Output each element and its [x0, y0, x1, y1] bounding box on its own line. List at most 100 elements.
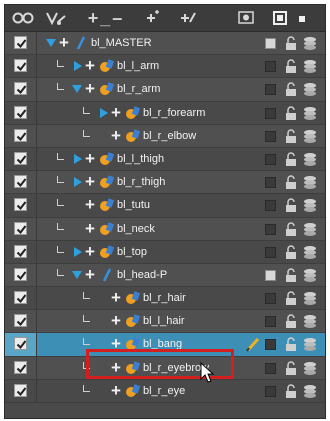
add-child-icon[interactable]: + — [111, 358, 121, 377]
layer-row[interactable]: + bl_MASTER — [5, 32, 325, 56]
layers-icon[interactable] — [303, 268, 317, 282]
expand-arrow-icon[interactable] — [73, 60, 83, 72]
lock-icon[interactable] — [285, 314, 297, 329]
layer-enable-checkbox[interactable] — [14, 244, 27, 258]
add-child-icon[interactable]: + — [85, 196, 95, 214]
layer-name[interactable]: bl_l_arm — [117, 58, 159, 74]
animate-mode-icon[interactable] — [45, 8, 67, 28]
layers-icon[interactable] — [303, 222, 317, 236]
add-child-icon[interactable]: + — [111, 289, 121, 307]
layer-color-swatch[interactable] — [265, 130, 276, 142]
layer-name[interactable]: bl_top — [117, 244, 147, 260]
expand-arrow-icon[interactable] — [73, 176, 83, 188]
layer-row[interactable]: + bl_r_arm — [5, 78, 325, 102]
layer-row[interactable]: + bl_r_hair — [5, 287, 325, 311]
layer-color-swatch[interactable] — [265, 84, 276, 96]
layer-row[interactable]: + bl_r_thigh — [5, 171, 325, 195]
layers-icon[interactable] — [303, 245, 317, 259]
layer-enable-checkbox[interactable] — [14, 291, 27, 305]
layer-enable-checkbox[interactable] — [14, 36, 27, 49]
lock-icon[interactable] — [285, 36, 297, 50]
layer-color-swatch[interactable] — [265, 200, 276, 212]
expand-arrow-icon[interactable] — [99, 107, 109, 119]
lock-all-icon[interactable] — [297, 8, 307, 28]
layer-row[interactable]: + bl_top — [5, 240, 325, 264]
layer-color-swatch[interactable] — [265, 246, 276, 258]
layers-icon[interactable] — [303, 175, 317, 190]
add-child-icon[interactable]: + — [111, 335, 121, 353]
layer-color-swatch[interactable] — [265, 385, 276, 397]
show-hide-all-icon[interactable] — [11, 8, 35, 28]
layers-icon[interactable] — [303, 82, 317, 97]
layer-row[interactable]: + bl_l_thigh — [5, 147, 325, 172]
layer-color-swatch[interactable] — [265, 362, 276, 374]
lock-icon[interactable] — [285, 175, 297, 190]
lock-icon[interactable] — [285, 221, 297, 236]
collapse-arrow-icon[interactable] — [71, 84, 83, 94]
lock-icon[interactable] — [285, 245, 297, 259]
layer-color-swatch[interactable] — [265, 316, 276, 328]
expand-arrow-icon[interactable] — [73, 246, 83, 258]
expand-arrow-icon[interactable] — [73, 153, 83, 165]
layer-name[interactable]: bl_MASTER — [91, 35, 152, 51]
layer-name[interactable]: bl_r_eye — [143, 383, 185, 399]
layer-color-swatch[interactable] — [265, 177, 276, 189]
lock-icon[interactable] — [285, 337, 297, 352]
lock-icon[interactable] — [285, 129, 297, 143]
layer-row[interactable]: + bl_l_hair — [5, 310, 325, 334]
layer-enable-checkbox[interactable] — [14, 105, 27, 119]
layer-name[interactable]: bl_head-P — [117, 267, 167, 283]
layer-enable-checkbox[interactable] — [14, 198, 27, 212]
layer-enable-checkbox[interactable] — [14, 221, 27, 235]
layer-color-swatch[interactable] — [265, 269, 276, 281]
add-child-icon[interactable]: + — [85, 149, 95, 168]
layer-name[interactable]: bl_r_forearm — [143, 105, 205, 121]
lock-icon[interactable] — [285, 105, 297, 120]
layer-row[interactable]: + bl_r_elbow — [5, 124, 325, 148]
layer-enable-checkbox[interactable] — [14, 267, 27, 281]
add-child-icon[interactable]: + — [111, 312, 121, 330]
lock-icon[interactable] — [285, 198, 297, 213]
lock-icon[interactable] — [285, 360, 297, 375]
layer-enable-checkbox[interactable] — [14, 360, 27, 374]
layers-icon[interactable] — [303, 59, 317, 74]
layer-enable-checkbox[interactable] — [14, 337, 27, 351]
layer-enable-checkbox[interactable] — [14, 151, 27, 165]
add-child-icon[interactable]: + — [85, 173, 95, 191]
layer-row[interactable]: + bl_r_eye — [5, 379, 325, 403]
layer-name[interactable]: bl_l_thigh — [117, 151, 164, 167]
layer-color-swatch[interactable] — [265, 339, 276, 351]
layer-name[interactable]: bl_neck — [117, 221, 155, 237]
add-child-icon[interactable]: + — [85, 80, 95, 98]
camera-view-icon[interactable] — [237, 8, 255, 28]
collapse-arrow-icon[interactable] — [45, 38, 57, 48]
add-child-icon[interactable]: + — [85, 242, 95, 261]
layers-icon[interactable] — [303, 337, 317, 352]
lock-icon[interactable] — [285, 59, 297, 74]
layer-color-swatch[interactable] — [265, 293, 276, 305]
layer-row[interactable]: + bl_l_arm — [5, 55, 325, 79]
collapse-arrow-icon[interactable] — [71, 270, 83, 280]
layer-name[interactable]: bl_r_thigh — [117, 174, 165, 190]
layer-row[interactable]: + bl_head-P — [5, 263, 325, 288]
layer-name[interactable]: bl_l_hair — [143, 313, 185, 329]
layer-enable-checkbox[interactable] — [14, 175, 27, 189]
add-child-icon[interactable]: + — [85, 265, 95, 284]
layer-enable-checkbox[interactable] — [14, 128, 27, 142]
layer-row[interactable]: + bl_r_eyebrow — [5, 356, 325, 380]
layers-icon[interactable] — [303, 361, 317, 375]
add-peg-icon[interactable] — [143, 8, 163, 28]
layer-color-swatch[interactable] — [265, 153, 276, 165]
add-child-icon[interactable]: + — [111, 126, 121, 145]
layers-icon[interactable] — [303, 198, 317, 213]
layer-name[interactable]: bl_bang — [143, 336, 182, 352]
layer-name[interactable]: bl_r_elbow — [143, 128, 196, 144]
layer-enable-checkbox[interactable] — [14, 59, 27, 73]
layer-color-swatch[interactable] — [265, 223, 276, 235]
layers-icon[interactable] — [303, 384, 317, 398]
layer-name[interactable]: bl_tutu — [117, 197, 150, 213]
layers-icon[interactable] — [303, 314, 317, 329]
layer-name[interactable]: bl_r_arm — [117, 81, 160, 97]
add-child-icon[interactable]: + — [85, 57, 95, 75]
layer-color-swatch[interactable] — [265, 61, 276, 73]
